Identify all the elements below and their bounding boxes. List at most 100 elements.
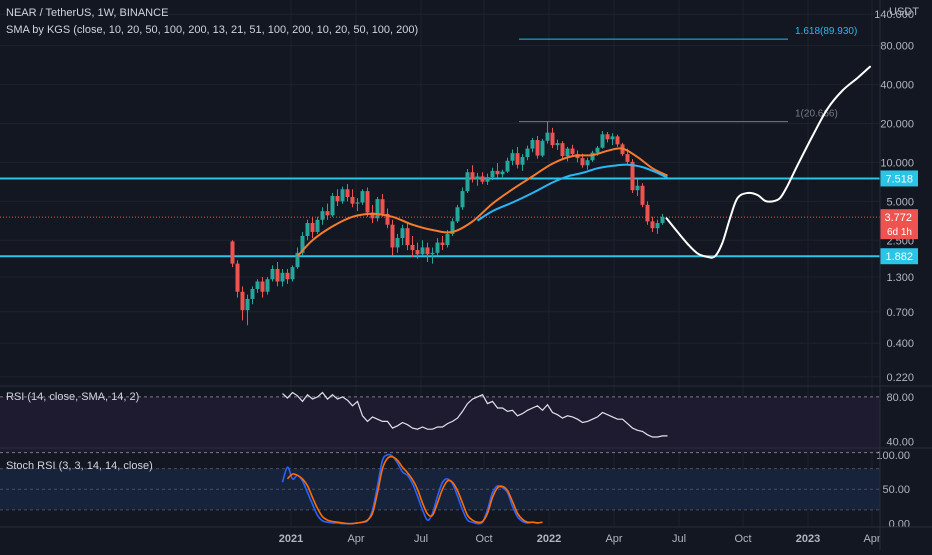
candle-body bbox=[310, 223, 315, 232]
candle-body bbox=[550, 132, 555, 146]
candle-body bbox=[480, 176, 485, 182]
candle-body bbox=[405, 228, 410, 245]
stoch-tick-label: 0.00 bbox=[889, 519, 910, 531]
x-tick-label: 2023 bbox=[796, 533, 820, 545]
candle-body bbox=[330, 196, 335, 216]
x-tick-label: Apr bbox=[605, 533, 622, 545]
chart-title: NEAR / TetherUS, 1W, BINANCE bbox=[6, 7, 169, 19]
candle-body bbox=[350, 197, 355, 204]
candle-body bbox=[315, 219, 320, 232]
indicator-legend: SMA by KGS (close, 10, 20, 50, 100, 200,… bbox=[6, 24, 419, 36]
candle-body bbox=[355, 202, 360, 204]
candle-body bbox=[505, 160, 510, 172]
x-tick-label: Jul bbox=[672, 533, 686, 545]
candle-body bbox=[285, 272, 290, 280]
candle-body bbox=[530, 140, 535, 149]
rsi-tick-label: 40.00 bbox=[886, 436, 914, 448]
candle-body bbox=[590, 152, 595, 161]
candle-body bbox=[360, 191, 365, 203]
stoch-rsi-title: Stoch RSI (3, 3, 14, 14, close) bbox=[6, 460, 153, 472]
candle-body bbox=[245, 298, 250, 311]
candle-body bbox=[615, 136, 620, 145]
candle-body bbox=[340, 189, 345, 202]
candle-body bbox=[490, 170, 495, 178]
candle-body bbox=[445, 233, 450, 245]
fib-level-label: 1.618(89.930) bbox=[795, 26, 857, 37]
y-tick-label: 20.000 bbox=[880, 119, 914, 131]
candle-body bbox=[580, 158, 585, 166]
fib-level-label: 1(20.666) bbox=[795, 109, 838, 120]
candle-body bbox=[260, 281, 265, 292]
x-tick-label: Oct bbox=[734, 533, 751, 545]
candle-body bbox=[380, 199, 385, 214]
chart-svg[interactable]: 1.618(89.930) 1(20.666) RSI (14, close, S… bbox=[0, 0, 932, 550]
rsi-title: RSI (14, close, SMA, 14, 2) bbox=[6, 391, 139, 403]
y-tick-label: 40.000 bbox=[880, 80, 914, 92]
x-tick-label: Apr bbox=[347, 533, 364, 545]
candle-body bbox=[250, 288, 255, 299]
candle-body bbox=[510, 153, 515, 161]
candle-body bbox=[525, 148, 530, 158]
candle-body bbox=[400, 228, 405, 239]
candle-body bbox=[470, 172, 475, 180]
candle-body bbox=[270, 268, 275, 280]
candle-body bbox=[435, 242, 440, 253]
y-tick-label: 0.220 bbox=[886, 372, 914, 384]
candle-body bbox=[650, 221, 655, 229]
candle-body bbox=[235, 263, 240, 292]
candle-body bbox=[240, 291, 245, 311]
candle-body bbox=[325, 211, 330, 216]
candle-body bbox=[395, 238, 400, 248]
candle-body bbox=[560, 143, 565, 157]
candle-body bbox=[415, 250, 420, 255]
candle-body bbox=[425, 247, 430, 255]
y-tick-label: 5.000 bbox=[886, 196, 914, 208]
candle-body bbox=[265, 279, 270, 292]
y-tick-label: 0.400 bbox=[886, 338, 914, 350]
candle-body bbox=[595, 147, 600, 153]
candle-body bbox=[390, 224, 395, 248]
y-tick-label: 0.700 bbox=[886, 307, 914, 319]
candle-body bbox=[465, 172, 470, 192]
candle-body bbox=[635, 185, 640, 191]
candle-body bbox=[585, 160, 590, 166]
candle-body bbox=[255, 281, 260, 289]
candle-body bbox=[645, 204, 650, 222]
candle-body bbox=[540, 140, 545, 156]
candle-body bbox=[280, 272, 285, 282]
candle-body bbox=[275, 268, 280, 282]
candle-body bbox=[440, 242, 445, 245]
candle-body bbox=[570, 148, 575, 155]
currency-label: USDT bbox=[889, 6, 919, 18]
candle-body bbox=[555, 143, 560, 146]
candle-body bbox=[335, 196, 340, 202]
y-tick-label: 10.000 bbox=[880, 157, 914, 169]
rsi-tick-label: 80.00 bbox=[886, 392, 914, 404]
stoch-tick-label: 50.00 bbox=[882, 484, 910, 496]
candle-body bbox=[495, 170, 500, 175]
candle-body bbox=[535, 140, 540, 156]
stoch-tick-label: 100.00 bbox=[876, 450, 910, 462]
level-price-label: 1.882 bbox=[885, 251, 913, 263]
candle-body bbox=[655, 223, 660, 229]
last-price-label: 3.772 bbox=[884, 212, 912, 224]
rsi-band-fill bbox=[0, 396, 880, 453]
x-tick-label: Jul bbox=[414, 533, 428, 545]
x-tick-label: Oct bbox=[475, 533, 492, 545]
candle-body bbox=[520, 157, 525, 165]
candle-body bbox=[430, 252, 435, 255]
candle-body bbox=[365, 191, 370, 213]
candle-body bbox=[610, 136, 615, 140]
level-price-label: 7.518 bbox=[885, 173, 913, 185]
candle-body bbox=[230, 241, 235, 264]
candle-body bbox=[460, 191, 465, 208]
candle-body bbox=[515, 153, 520, 165]
candle-body bbox=[375, 199, 380, 219]
candle-body bbox=[290, 267, 295, 280]
candle-body bbox=[605, 134, 610, 140]
candle-body bbox=[305, 223, 310, 236]
candle-body bbox=[320, 211, 325, 220]
chart-canvas[interactable]: 1.618(89.930) 1(20.666) RSI (14, close, S… bbox=[0, 0, 932, 550]
candle-body bbox=[345, 189, 350, 198]
candle-body bbox=[625, 154, 630, 162]
